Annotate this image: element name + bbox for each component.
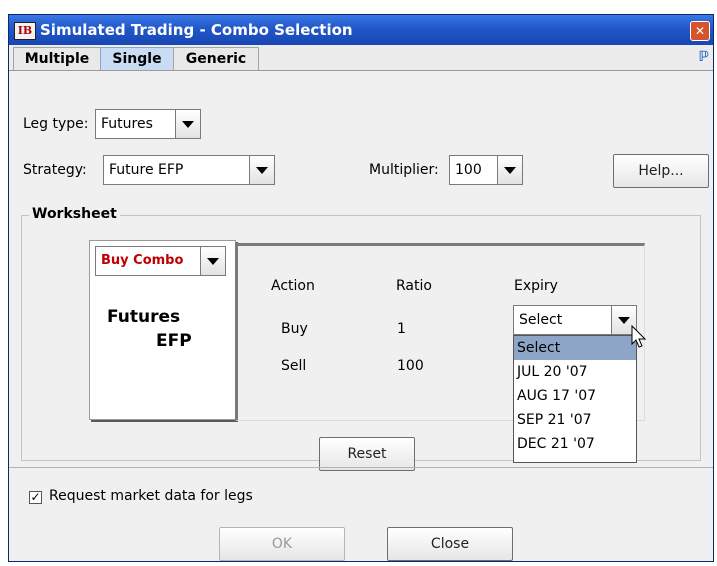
reset-button[interactable]: Reset: [319, 437, 415, 471]
chevron-down-icon[interactable]: [200, 247, 225, 275]
combo-action-select[interactable]: Buy Combo: [95, 246, 226, 276]
expiry-dropdown-list: Select JUL 20 '07 AUG 17 '07 SEP 21 '07 …: [513, 335, 637, 463]
expiry-select[interactable]: Select: [513, 305, 637, 335]
help-button[interactable]: Help...: [613, 154, 709, 188]
leg-type-value: Futures: [101, 116, 153, 132]
help-icon[interactable]: ℙ: [699, 49, 710, 65]
tab-multiple[interactable]: Multiple: [13, 47, 101, 70]
title-bar[interactable]: IB Simulated Trading - Combo Selection ✕: [9, 15, 713, 45]
expiry-option[interactable]: SEP 21 '07: [514, 408, 636, 432]
leg-row-1-ratio: 1: [397, 321, 406, 337]
request-market-data-checkbox[interactable]: ✓: [29, 491, 42, 504]
multiplier-value: 100: [455, 162, 482, 178]
leg-row-2-ratio: 100: [397, 358, 424, 374]
combo-name-line2: EFP: [156, 331, 192, 351]
leg-row-1-action: Buy: [281, 321, 308, 337]
expiry-option[interactable]: DEC 21 '07: [514, 432, 636, 456]
chevron-down-icon[interactable]: [249, 156, 274, 184]
tab-generic[interactable]: Generic: [173, 47, 259, 70]
multiplier-label: Multiplier:: [369, 162, 439, 178]
multiplier-select[interactable]: 100: [449, 155, 523, 185]
strategy-select[interactable]: Future EFP: [103, 155, 275, 185]
expiry-option[interactable]: AUG 17 '07: [514, 384, 636, 408]
divider: [9, 467, 713, 468]
close-window-button[interactable]: ✕: [690, 21, 710, 41]
ib-logo-icon: IB: [14, 22, 36, 40]
expiry-option[interactable]: JUL 20 '07: [514, 360, 636, 384]
combo-action-value: Buy Combo: [101, 253, 184, 268]
chevron-down-icon[interactable]: [497, 156, 522, 184]
leg-type-select[interactable]: Futures: [95, 109, 201, 139]
close-button[interactable]: Close: [387, 527, 513, 561]
chevron-down-icon[interactable]: [175, 110, 200, 138]
window-title: Simulated Trading - Combo Selection: [40, 21, 353, 39]
strategy-value: Future EFP: [109, 162, 184, 178]
leg-type-label: Leg type:: [23, 116, 89, 132]
request-market-data-label: Request market data for legs: [49, 488, 253, 504]
worksheet-title: Worksheet: [29, 206, 120, 222]
mouse-cursor-icon: [631, 325, 647, 348]
combo-summary-panel: Buy Combo Futures EFP: [89, 240, 236, 420]
column-header-expiry: Expiry: [514, 278, 558, 294]
combo-selection-window: IB Simulated Trading - Combo Selection ✕…: [8, 14, 714, 562]
expiry-value: Select: [519, 312, 563, 328]
column-header-ratio: Ratio: [396, 278, 432, 294]
column-header-action: Action: [271, 278, 315, 294]
combo-name-line1: Futures: [107, 307, 181, 327]
tab-strip: Multiple Single Generic ℙ: [9, 45, 713, 71]
tab-single[interactable]: Single: [100, 47, 174, 70]
strategy-label: Strategy:: [23, 162, 87, 178]
leg-row-2-action: Sell: [281, 358, 307, 374]
expiry-option[interactable]: Select: [514, 336, 636, 360]
ok-button[interactable]: OK: [219, 527, 345, 561]
